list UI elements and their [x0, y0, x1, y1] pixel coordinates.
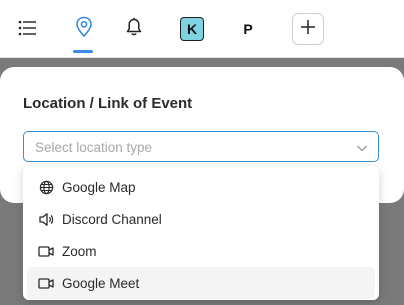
- option-google-meet[interactable]: Google Meet: [27, 267, 375, 299]
- bell-icon[interactable]: [120, 13, 148, 41]
- option-google-map[interactable]: Google Map: [27, 171, 375, 203]
- video-camera-icon: [38, 275, 54, 291]
- speaker-icon: [38, 211, 54, 227]
- option-zoom[interactable]: Zoom: [27, 235, 375, 267]
- select-placeholder: Select location type: [35, 140, 153, 155]
- location-pin-icon[interactable]: [70, 12, 98, 42]
- globe-icon: [38, 179, 54, 195]
- add-button[interactable]: [292, 13, 324, 45]
- option-label: Google Meet: [62, 275, 140, 291]
- list-icon[interactable]: [14, 14, 42, 42]
- location-type-dropdown: Google Map Discord Channel Zoom Google M…: [23, 166, 379, 300]
- video-camera-icon: [38, 243, 54, 259]
- p-avatar-label: P: [243, 21, 253, 37]
- location-section-title: Location / Link of Event: [23, 95, 193, 112]
- option-label: Zoom: [62, 243, 97, 259]
- k-avatar[interactable]: K: [180, 17, 204, 41]
- k-avatar-label: K: [186, 21, 198, 37]
- plus-icon: [300, 19, 316, 40]
- p-avatar[interactable]: P: [236, 17, 260, 41]
- active-tab-indicator: [73, 50, 93, 53]
- top-toolbar: K P: [0, 0, 404, 58]
- option-discord-channel[interactable]: Discord Channel: [27, 203, 375, 235]
- option-label: Discord Channel: [62, 211, 162, 227]
- location-type-select[interactable]: Select location type: [23, 131, 379, 162]
- option-label: Google Map: [62, 179, 136, 195]
- chevron-down-icon: [356, 141, 368, 153]
